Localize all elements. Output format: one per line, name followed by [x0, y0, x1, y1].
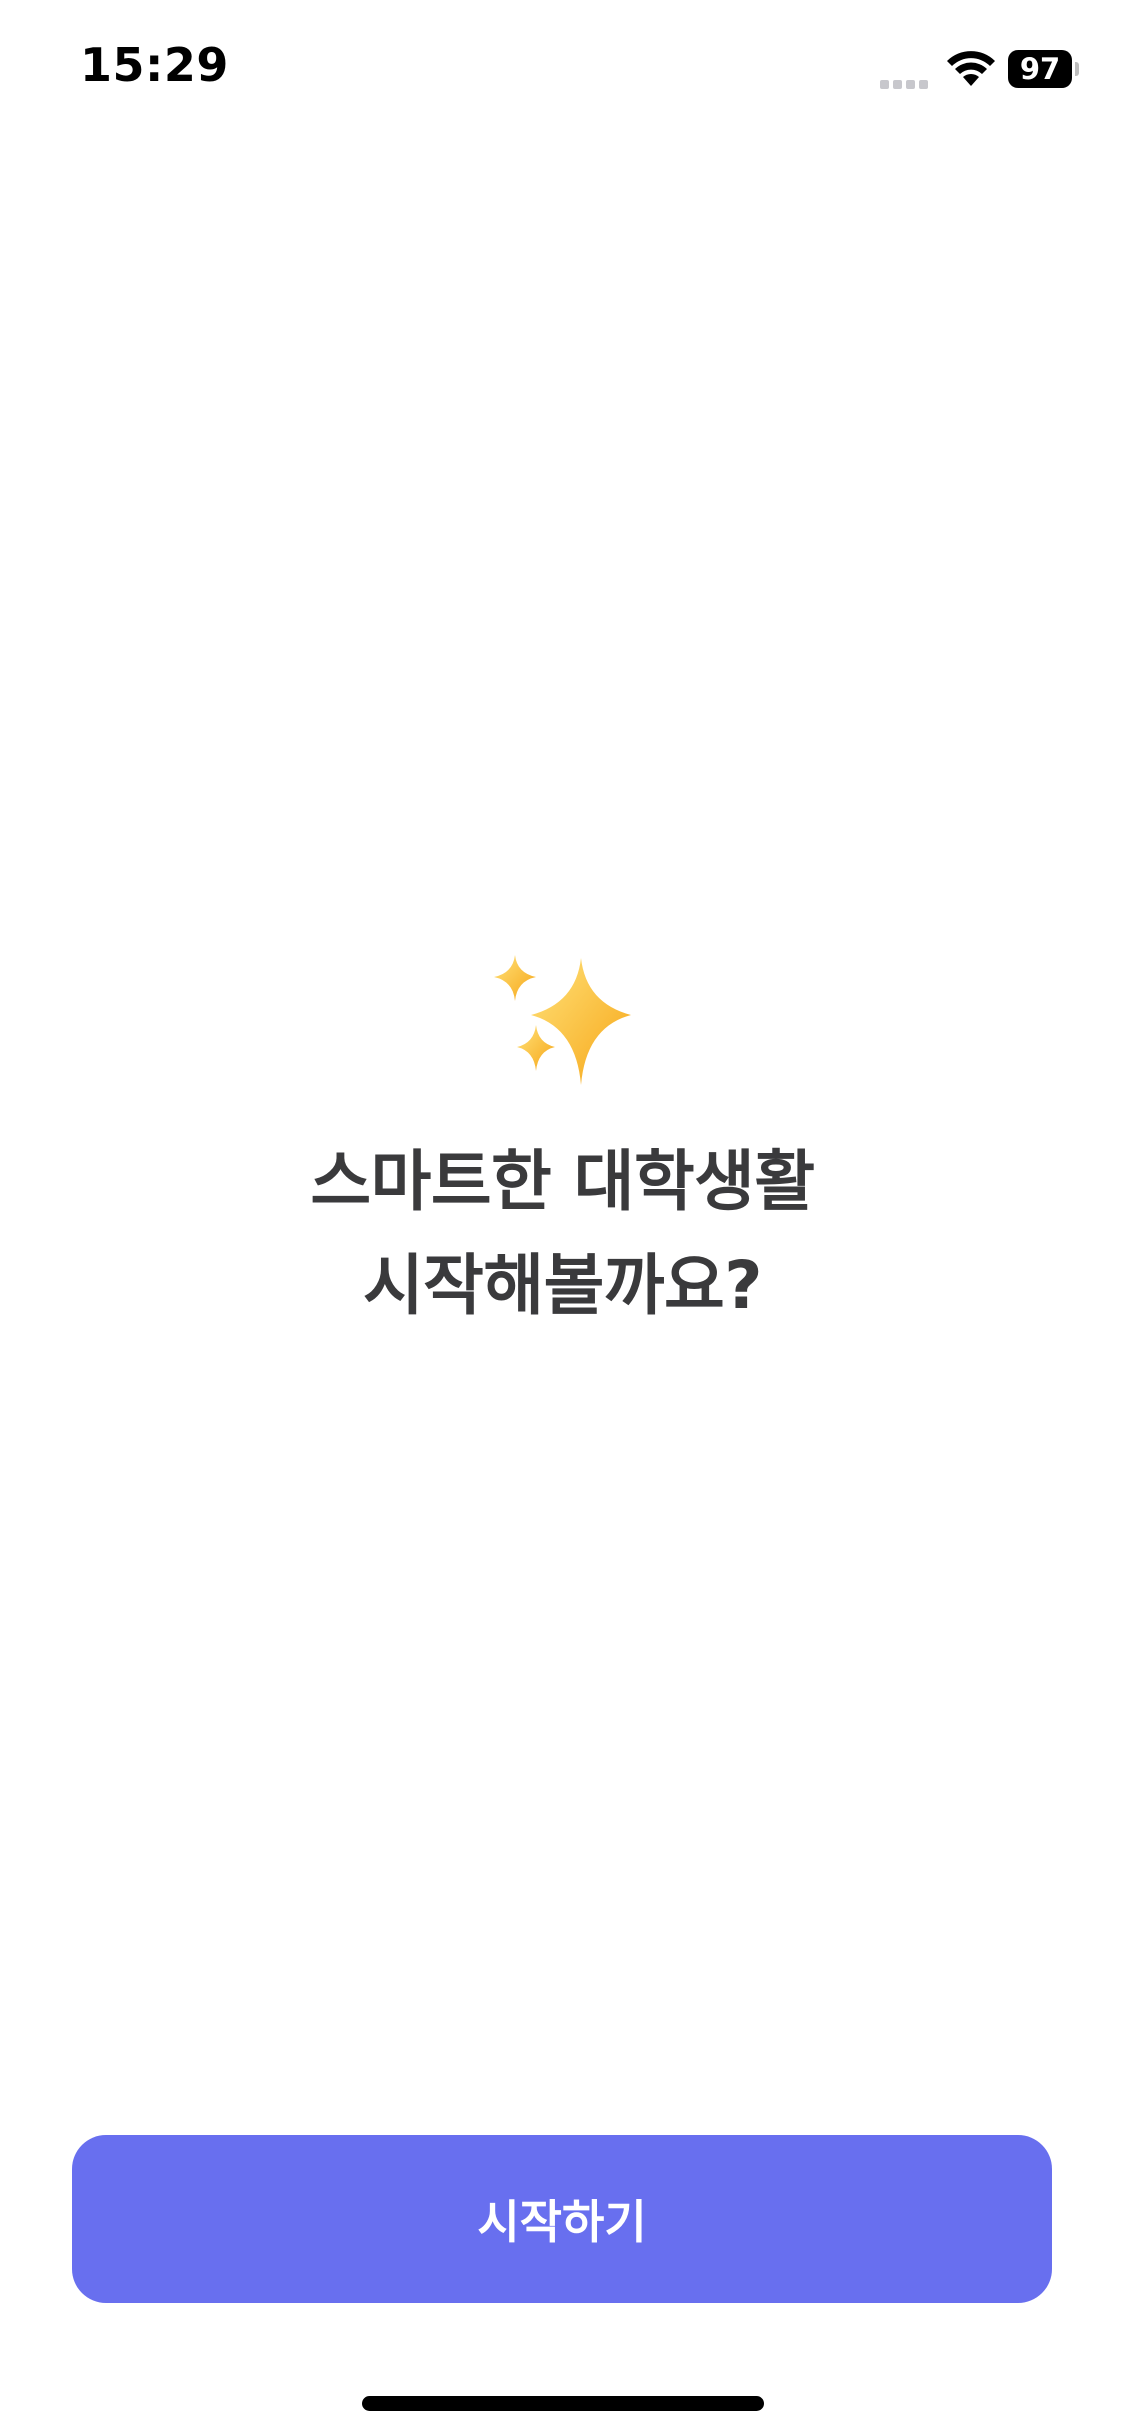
battery-level: 97 [1008, 50, 1072, 88]
home-indicator[interactable] [362, 2396, 764, 2411]
page-title: 스마트한 대학생활 시작해볼까요? [0, 1130, 1125, 1338]
start-button[interactable]: 시작하기 [72, 2135, 1052, 2303]
status-time: 15:29 [80, 38, 229, 92]
cellular-signal-icon [880, 74, 936, 89]
status-bar: 15:29 97 [0, 0, 1125, 140]
battery-cap [1075, 62, 1079, 76]
wifi-icon [947, 51, 995, 86]
sparkles-icon [493, 955, 631, 1085]
battery-icon: 97 [1008, 50, 1079, 88]
title-line-1: 스마트한 대학생활 [310, 1143, 815, 1220]
title-line-2: 시작해볼까요? [362, 1247, 763, 1324]
hero-section: 스마트한 대학생활 시작해볼까요? [0, 955, 1125, 1324]
